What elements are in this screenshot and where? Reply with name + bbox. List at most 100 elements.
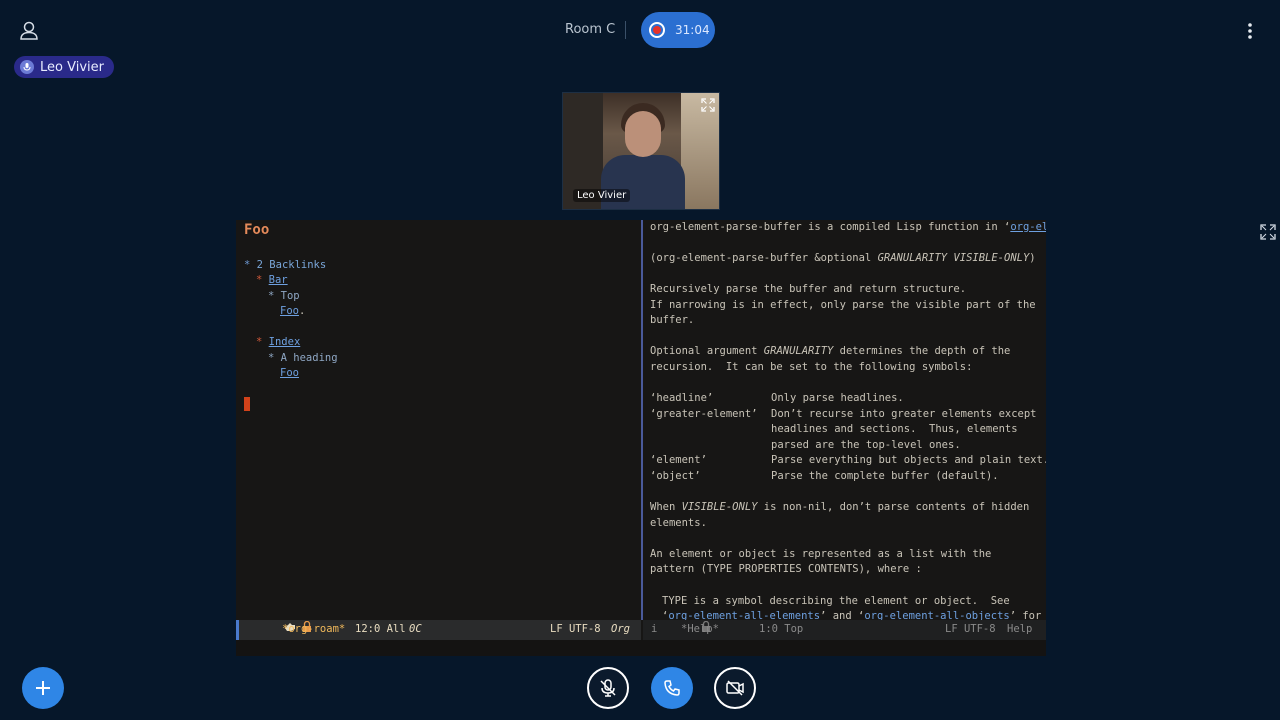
modeline-buffer-name: *org-roam* <box>282 623 346 636</box>
help-text: org-element-parse-buffer is a compiled L… <box>650 221 1011 233</box>
participant-name-label: Leo Vivier <box>573 189 631 202</box>
toggle-camera-button[interactable] <box>714 667 756 709</box>
expand-video-button[interactable] <box>701 97 715 112</box>
backlink-ref: Foo. <box>280 304 305 320</box>
record-icon <box>649 22 665 38</box>
heading-star: * <box>244 259 251 271</box>
help-text: When <box>650 501 682 513</box>
modeline-major-mode: Org <box>611 623 630 636</box>
help-link[interactable]: org-ele <box>1010 221 1046 233</box>
help-text: ) <box>1029 252 1036 264</box>
heading-star: * <box>256 336 263 348</box>
help-line: If narrowing is in effect, only parse th… <box>650 299 1036 311</box>
symbol-name: ‘headline’ <box>650 392 714 404</box>
phone-icon <box>664 680 680 696</box>
help-args: VISIBLE-ONLY <box>681 501 758 513</box>
expand-screenshare-button[interactable] <box>1260 224 1276 240</box>
help-link[interactable]: org-element-all-objects <box>864 610 1009 620</box>
modeline-encoding: LF UTF-8 <box>945 623 996 636</box>
fullscreen-icon <box>1260 224 1276 240</box>
recording-indicator[interactable]: 31:04 <box>641 12 715 48</box>
link-index[interactable]: Index <box>269 336 301 348</box>
help-args: GRANULARITY VISIBLE-ONLY <box>877 252 1030 264</box>
microphone-icon <box>20 60 34 74</box>
symbol-desc: Don’t recurse into greater elements exce… <box>771 408 1037 420</box>
buffer-title: Foo <box>244 222 270 238</box>
help-line: When VISIBLE-ONLY is non-nil, don’t pars… <box>650 500 1029 516</box>
symbol-desc: Only parse headlines. <box>771 392 904 404</box>
info-icon: i <box>651 623 658 636</box>
modeline-column: 0C <box>409 623 422 636</box>
room-name: Room C <box>565 22 616 37</box>
recording-timer: 31:04 <box>675 23 710 37</box>
link-bar[interactable]: Bar <box>269 274 288 286</box>
backlink-bar: * Bar <box>256 273 288 289</box>
microphone-off-icon <box>600 679 616 697</box>
subheading-a-heading: * A heading <box>268 352 338 364</box>
participant-face <box>625 111 661 157</box>
shared-screen: Foo * 2 Backlinks * Bar * Top Foo. * Ind… <box>236 220 1046 656</box>
modeline-help: i *Help* 1:0 Top LF UTF-8 Help <box>643 620 1046 640</box>
backlinks-label: 2 Backlinks <box>256 259 327 271</box>
more-options-button[interactable] <box>1242 20 1258 42</box>
modeline-accent <box>236 620 239 640</box>
org-roam-pane: Foo * 2 Backlinks * Bar * Top Foo. * Ind… <box>236 220 641 620</box>
modeline-org-roam: *org-roam* 12:0 All 0C LF UTF-8 Org <box>236 620 641 640</box>
backlinks-heading: * 2 Backlinks <box>244 258 326 274</box>
help-text: is non-nil, don’t parse contents of hidd… <box>757 501 1030 513</box>
user-profile-button[interactable] <box>18 20 40 42</box>
add-button[interactable] <box>22 667 64 709</box>
modeline-encoding: LF UTF-8 <box>550 623 601 636</box>
text-cursor <box>244 397 250 413</box>
active-speaker-name: Leo Vivier <box>40 59 104 75</box>
symbol-desc: headlines and sections. Thus, elements <box>771 423 1018 435</box>
help-text: determines the depth of the <box>833 345 1011 357</box>
symbol-name: ‘element’ <box>650 454 707 466</box>
participant-video-tile[interactable]: Leo Vivier <box>562 92 720 210</box>
symbol-desc: Parse everything but objects and plain t… <box>771 453 1046 469</box>
modeline-position: 12:0 All <box>355 623 406 636</box>
subheading-top: * Top <box>268 290 300 302</box>
symbol-desc: Parse the complete buffer (default). <box>771 470 999 482</box>
help-line: Recursively parse the buffer and return … <box>650 283 967 295</box>
help-text: ’ for a <box>1009 610 1042 620</box>
active-speaker-chip: Leo Vivier <box>14 56 114 78</box>
link-foo[interactable]: Foo <box>280 305 299 317</box>
help-line: TYPE is a symbol describing the element … <box>662 595 1010 607</box>
minibuffer <box>236 640 1046 656</box>
help-line: An element or object is represented as a… <box>650 548 992 560</box>
plus-icon <box>36 681 50 695</box>
header-separator <box>625 21 626 39</box>
backlink-ref: Foo <box>280 366 299 382</box>
help-line: ‘org-element-all-elements’ and ‘org-elem… <box>662 609 1046 620</box>
symbol-name: ‘object’ <box>650 470 701 482</box>
help-line: org-element-parse-buffer is a compiled L… <box>650 220 1046 236</box>
link-foo[interactable]: Foo <box>280 367 299 379</box>
help-line: recursion. It can be set to the followin… <box>650 361 973 373</box>
help-signature: (org-element-parse-buffer &optional GRAN… <box>650 251 1036 267</box>
more-vertical-icon <box>1248 23 1252 39</box>
ref-suffix: . <box>298 305 306 317</box>
help-text: (org-element-parse-buffer &optional <box>650 252 878 264</box>
modeline-major-mode: Help <box>1007 623 1033 636</box>
fullscreen-icon <box>701 98 715 112</box>
heading-star: * <box>256 274 263 286</box>
leave-call-button[interactable] <box>651 667 693 709</box>
help-line: buffer. <box>650 314 695 326</box>
help-line: elements. <box>650 517 707 529</box>
help-args: GRANULARITY <box>763 345 834 357</box>
camera-off-icon <box>726 680 744 696</box>
help-line: pattern (TYPE PROPERTIES CONTENTS), wher… <box>650 563 922 575</box>
help-text: Optional argument <box>650 345 764 357</box>
modeline-buffer-name: *Help* <box>681 623 719 636</box>
user-icon <box>20 21 38 40</box>
help-text: Parse everything but objects and plain t… <box>771 454 1046 466</box>
mute-microphone-button[interactable] <box>587 667 629 709</box>
help-text: ’ and ‘ <box>820 610 865 620</box>
backlink-index: * Index <box>256 335 300 351</box>
symbol-name: ‘greater-element’ <box>650 408 758 420</box>
help-pane: org-element-parse-buffer is a compiled L… <box>642 220 1046 620</box>
help-line: Optional argument GRANULARITY determines… <box>650 344 1010 360</box>
modeline-position: 1:0 Top <box>759 623 804 636</box>
symbol-desc: parsed are the top-level ones. <box>771 439 961 451</box>
